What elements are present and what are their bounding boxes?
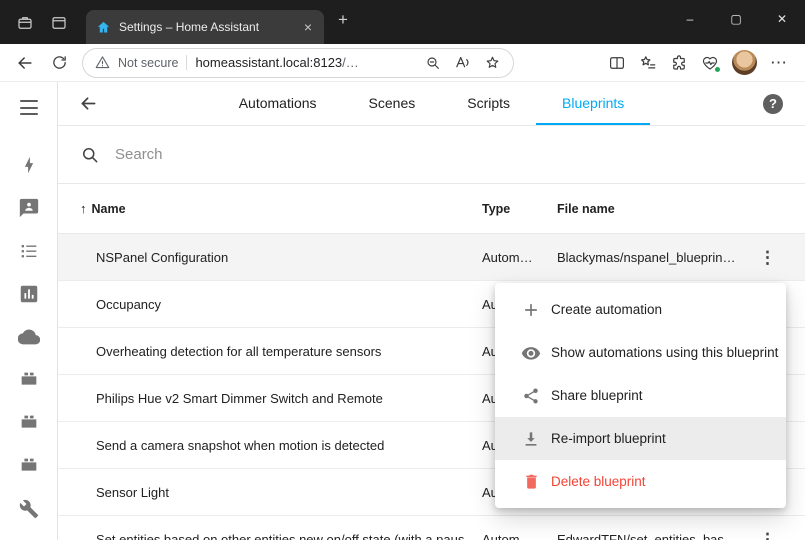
share-icon (520, 385, 542, 407)
refresh-button[interactable] (44, 48, 74, 78)
column-header-file[interactable]: File name (557, 202, 755, 216)
tab-title: Settings – Home Assistant (119, 20, 294, 34)
developer-tools-wrench-icon[interactable] (17, 497, 41, 521)
url-host: homeassistant.local:8123 (195, 55, 342, 70)
row-name: Overheating detection for all temperatur… (58, 344, 482, 359)
home-assistant-favicon (96, 20, 111, 35)
browser-essentials-icon[interactable] (701, 54, 719, 72)
new-tab-button[interactable]: + (338, 11, 348, 28)
essentials-status-dot (714, 66, 721, 73)
address-actions (425, 54, 501, 71)
plus-icon (520, 299, 542, 321)
menu-item-show-automations[interactable]: Show automations using this blueprint (495, 331, 786, 374)
ha-back-arrow-icon[interactable] (78, 82, 99, 125)
window-controls: – ▢ ✕ (667, 0, 805, 38)
assist-chat-icon[interactable] (17, 196, 41, 220)
back-button[interactable] (10, 48, 40, 78)
row-type: Autom… (482, 250, 557, 265)
extensions-icon[interactable] (670, 54, 688, 72)
energy-lightning-icon[interactable] (17, 153, 41, 177)
browser-menu-icon[interactable]: ⋯ (770, 54, 787, 71)
row-type: Autom… (482, 532, 557, 540)
toolbar-right-icons: ⋯ (608, 50, 795, 75)
search-bar (58, 126, 805, 184)
zoom-out-icon[interactable] (425, 55, 441, 71)
url-text[interactable]: homeassistant.local:8123/… (195, 55, 358, 70)
ha-header: Automations Scenes Scripts Blueprints ? (58, 82, 805, 126)
brick-panel-icon-3[interactable] (17, 454, 41, 478)
ha-tab-bar: Automations Scenes Scripts Blueprints (58, 82, 805, 125)
titlebar-left-icons (0, 14, 86, 44)
column-header-name[interactable]: ↑ Name (58, 201, 482, 216)
menu-item-label: Show automations using this blueprint (551, 345, 778, 360)
tab-scripts[interactable]: Scripts (441, 82, 536, 125)
minimize-button[interactable]: – (667, 0, 713, 38)
menu-item-share-blueprint[interactable]: Share blueprint (495, 374, 786, 417)
menu-item-label: Delete blueprint (551, 474, 646, 489)
row-name: Sensor Light (58, 485, 482, 500)
cloud-icon[interactable] (17, 325, 41, 349)
menu-item-label: Share blueprint (551, 388, 643, 403)
menu-item-reimport-blueprint[interactable]: Re-import blueprint (495, 417, 786, 460)
row-name: Philips Hue v2 Smart Dimmer Switch and R… (58, 391, 482, 406)
tab-scenes[interactable]: Scenes (343, 82, 442, 125)
menu-item-label: Re-import blueprint (551, 431, 666, 446)
not-secure-warning-icon (95, 55, 110, 70)
security-label[interactable]: Not secure (118, 56, 178, 70)
tab-automations[interactable]: Automations (213, 82, 343, 125)
menu-item-label: Create automation (551, 302, 662, 317)
row-file: EdwardTFN/set_entities_bas… (557, 532, 755, 540)
brick-panel-icon-1[interactable] (17, 368, 41, 392)
menu-item-delete-blueprint[interactable]: Delete blueprint (495, 460, 786, 503)
row-overflow-menu-icon[interactable]: ⋮ (759, 531, 776, 540)
profile-avatar[interactable] (732, 50, 757, 75)
address-divider (186, 55, 187, 70)
browser-tab[interactable]: Settings – Home Assistant × (86, 10, 324, 44)
row-name: Send a camera snapshot when motion is de… (58, 438, 482, 453)
browser-toolbar: Not secure homeassistant.local:8123/… (0, 44, 805, 82)
menu-item-create-automation[interactable]: Create automation (495, 288, 786, 331)
column-header-type[interactable]: Type (482, 202, 557, 216)
row-file: Blackymas/nspanel_blueprin… (557, 250, 755, 265)
ha-sidebar (0, 82, 58, 540)
browser-titlebar: Settings – Home Assistant × + – ▢ ✕ (0, 0, 805, 44)
row-name: Set entities based on other entities new… (58, 532, 482, 540)
maximize-button[interactable]: ▢ (713, 0, 759, 38)
tab-actions-icon[interactable] (50, 14, 68, 32)
row-name: NSPanel Configuration (58, 250, 482, 265)
table-header: ↑ Name Type File name (58, 184, 805, 234)
close-button[interactable]: ✕ (759, 0, 805, 38)
favorites-list-icon[interactable] (639, 54, 657, 72)
sidebar-nav (17, 153, 41, 521)
download-icon (520, 428, 542, 450)
trash-icon (520, 471, 542, 493)
blueprint-context-menu: Create automation Show automations using… (495, 283, 786, 508)
read-aloud-icon[interactable] (454, 54, 471, 71)
tab-blueprints[interactable]: Blueprints (536, 82, 650, 125)
browser-window: Settings – Home Assistant × + – ▢ ✕ Not … (0, 0, 805, 540)
url-path: /… (342, 55, 359, 70)
table-row[interactable]: Set entities based on other entities new… (58, 516, 805, 540)
table-row[interactable]: NSPanel Configuration Autom… Blackymas/n… (58, 234, 805, 281)
split-screen-icon[interactable] (608, 54, 626, 72)
address-bar[interactable]: Not secure homeassistant.local:8123/… (82, 48, 514, 78)
history-chart-icon[interactable] (17, 282, 41, 306)
tab-close-icon[interactable]: × (302, 19, 314, 35)
search-icon (80, 145, 100, 165)
help-icon[interactable]: ? (763, 82, 783, 125)
help-glyph: ? (763, 94, 783, 114)
sort-ascending-icon: ↑ (80, 201, 87, 216)
row-name: Occupancy (58, 297, 482, 312)
search-input[interactable] (113, 145, 513, 164)
workspaces-icon[interactable] (16, 14, 34, 32)
name-header-label: Name (92, 202, 126, 216)
favorite-star-icon[interactable] (484, 54, 501, 71)
eye-icon (520, 342, 542, 364)
row-overflow-menu-icon[interactable]: ⋮ (759, 249, 776, 266)
brick-panel-icon-2[interactable] (17, 411, 41, 435)
todo-list-icon[interactable] (17, 239, 41, 263)
sidebar-menu-icon[interactable] (16, 96, 42, 119)
